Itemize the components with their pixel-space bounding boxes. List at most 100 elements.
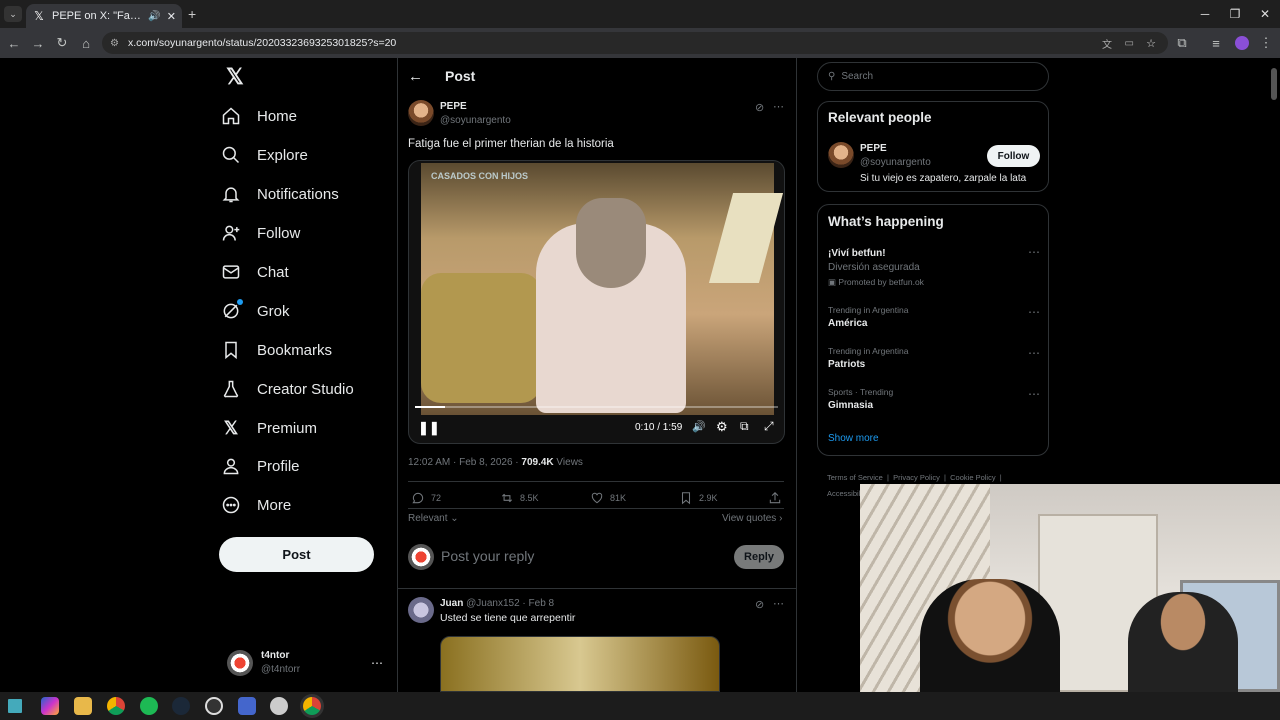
reply-input[interactable]: Post your reply (441, 548, 721, 564)
show-more-link[interactable]: Show more (828, 433, 879, 444)
more-icon[interactable]: ⋯ (371, 656, 383, 670)
lamp (708, 193, 784, 283)
copilot-icon[interactable] (41, 697, 59, 715)
sidebar-item-notifications[interactable]: Notifications (219, 174, 389, 214)
sidebar-item-more[interactable]: More (219, 485, 389, 525)
address-bar[interactable]: ⚙ x.com/soyunargento/status/202033236932… (102, 32, 1168, 54)
chrome-icon[interactable] (107, 697, 125, 715)
video-player[interactable]: CASADOS CON HIJOS ❚❚ 0:10 / 1:59 🔊 ⚙ ⧉ ⤢ (408, 160, 785, 444)
new-tab-button[interactable]: + (188, 6, 196, 22)
extensions-icon[interactable]: ⧉ (1172, 33, 1192, 53)
more-options-icon[interactable]: ⋯ (773, 100, 784, 113)
video-time: 0:10 / 1:59 (635, 422, 683, 433)
avatar[interactable] (828, 142, 854, 168)
close-window-button[interactable]: ✕ (1250, 4, 1280, 24)
grok-actions-icon[interactable]: ⊘ (755, 101, 764, 114)
author-avatar[interactable] (408, 100, 434, 126)
profile-avatar[interactable] (1232, 33, 1252, 53)
sidebar-item-home[interactable]: Home (219, 96, 389, 136)
obs-icon[interactable] (205, 697, 223, 715)
footer-link[interactable]: Cookie Policy (950, 473, 995, 482)
view-quotes-link[interactable]: View quotes › (722, 513, 782, 524)
forward-button[interactable]: → (28, 33, 48, 53)
tab-search-button[interactable]: ⌄ (4, 6, 22, 22)
share-action[interactable] (768, 491, 782, 505)
sort-dropdown[interactable]: Relevant ⌄ (408, 513, 459, 524)
more-options-icon[interactable]: ⋯ (773, 597, 784, 610)
back-button[interactable]: ← (4, 33, 24, 53)
bookmark-count: 2.9K (699, 493, 718, 503)
app-icon[interactable] (238, 697, 256, 715)
repost-action[interactable]: 8.5K (500, 491, 539, 505)
app-icon[interactable] (270, 697, 288, 715)
settings-icon[interactable]: ⚙ (716, 419, 728, 435)
follow-button[interactable]: Follow (987, 145, 1040, 167)
post-timestamp[interactable]: 12:02 AM · Feb 8, 2026 · (408, 457, 521, 468)
reply-button[interactable]: Reply (734, 545, 784, 569)
steam-icon[interactable] (172, 697, 190, 715)
media-icon[interactable]: ≡ (1206, 33, 1226, 53)
fullscreen-icon[interactable]: ⤢ (764, 419, 774, 434)
sidebar-item-bookmarks[interactable]: Bookmarks (219, 330, 389, 370)
translate-icon[interactable]: 文 (1102, 36, 1112, 51)
sidebar-item-label: Grok (257, 302, 290, 320)
grok-actions-icon[interactable]: ⊘ (755, 598, 764, 611)
search-input[interactable]: ⚲ Search (817, 62, 1049, 91)
x-logo-icon[interactable]: 𝕏 (226, 66, 248, 88)
sidebar-item-grok[interactable]: Grok (219, 291, 389, 331)
site-info-icon[interactable]: ⚙ (110, 38, 119, 49)
tab-close-icon[interactable]: ✕ (167, 10, 176, 23)
browser-tab[interactable]: 𝕏 PEPE on X: "Fatiga fue el primer theri… (26, 4, 182, 28)
sidebar-item-creator-studio[interactable]: Creator Studio (219, 369, 389, 409)
author-name[interactable]: PEPE (440, 101, 467, 112)
post-button[interactable]: Post (219, 537, 374, 572)
pause-icon[interactable]: ❚❚ (418, 420, 440, 436)
back-arrow-icon[interactable]: ← (408, 68, 423, 85)
trend-item[interactable]: Sports · Trending Gimnasia ⋯ (818, 387, 1048, 421)
reply-action[interactable]: 72 (411, 491, 441, 505)
chrome-active-icon[interactable] (303, 697, 321, 715)
divider (408, 508, 784, 509)
person-name[interactable]: PEPE (860, 143, 887, 154)
browser-titlebar: ⌄ 𝕏 PEPE on X: "Fatiga fue el primer the… (0, 0, 1280, 28)
sidebar-item-explore[interactable]: Explore (219, 135, 389, 175)
reload-button[interactable]: ↻ (52, 33, 72, 53)
trend-item[interactable]: ¡Viví betfun! Diversión asegurada ▣ Prom… (818, 245, 1048, 293)
more-icon[interactable]: ⋯ (1028, 346, 1040, 360)
spotify-icon[interactable] (140, 697, 158, 715)
reply-media[interactable] (440, 636, 720, 692)
view-quotes-label: View quotes (722, 513, 777, 524)
volume-icon[interactable]: 🔊 (692, 420, 706, 433)
menu-icon[interactable]: ⋮ (1256, 33, 1276, 53)
bookmark-star-icon[interactable]: ☆ (1146, 37, 1156, 50)
more-icon[interactable]: ⋯ (1028, 245, 1040, 259)
minimize-button[interactable]: ─ (1190, 4, 1220, 24)
windows-start-icon[interactable] (8, 699, 22, 713)
pip-icon[interactable]: ⧉ (740, 419, 749, 434)
sidebar-item-premium[interactable]: 𝕏 Premium (219, 408, 389, 448)
reply-author-name[interactable]: Juan (440, 598, 463, 609)
more-icon[interactable]: ⋯ (1028, 387, 1040, 401)
restore-button[interactable]: ❐ (1220, 4, 1250, 24)
home-button[interactable]: ⌂ (76, 33, 96, 53)
sidebar-item-follow[interactable]: Follow (219, 213, 389, 253)
footer-link[interactable]: Privacy Policy (893, 473, 940, 482)
trend-item[interactable]: Trending in Argentina América ⋯ (818, 305, 1048, 339)
sidebar-item-profile[interactable]: Profile (219, 446, 389, 486)
trend-item[interactable]: Trending in Argentina Patriots ⋯ (818, 346, 1048, 380)
trend-context: Trending in Argentina (828, 346, 909, 356)
progress-track[interactable] (415, 406, 778, 408)
trend-sub: Diversión asegurada (828, 262, 920, 273)
sidebar-item-chat[interactable]: Chat (219, 252, 389, 292)
like-action[interactable]: 81K (590, 491, 626, 505)
bookmark-action[interactable]: 2.9K (679, 491, 718, 505)
page-scrollbar[interactable] (1271, 68, 1277, 100)
more-icon[interactable]: ⋯ (1028, 305, 1040, 319)
file-explorer-icon[interactable] (74, 697, 92, 715)
author-handle[interactable]: @soyunargento (440, 115, 511, 126)
account-switcher[interactable]: t4ntor @t4ntorr ⋯ (225, 646, 385, 680)
cast-icon[interactable]: ▭ (1125, 38, 1134, 49)
audio-icon[interactable]: 🔊 (148, 11, 160, 22)
reply-avatar[interactable] (408, 597, 434, 623)
footer-link[interactable]: Terms of Service (827, 473, 883, 482)
